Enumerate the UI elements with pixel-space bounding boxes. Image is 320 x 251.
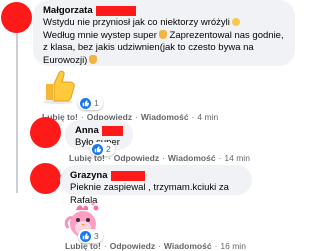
like-link[interactable]: Lubię to! [69, 153, 105, 163]
redaction-block [95, 6, 136, 16]
redaction-block [110, 171, 145, 181]
comment-time[interactable]: 14 min [224, 153, 250, 163]
thumbs-up-sticker-icon [43, 70, 75, 104]
comment-author[interactable]: Małgorzata [43, 5, 93, 17]
comment-text-line: Wstydu nie przyniosł jak co niektorzy wr… [43, 17, 230, 28]
hand-emoji-icon [158, 29, 167, 39]
avatar[interactable] [30, 117, 61, 148]
avatar[interactable] [1, 2, 32, 33]
comment-actions: Lubię to! · Odpowiedz · Wiadomość · 4 min [42, 112, 219, 122]
comment-text-line: Zaprezentowal nas godnie, [166, 29, 284, 41]
comment-text-line: Eurowozji) [43, 54, 88, 66]
comment-bubble: Małgorzata Wstydu nie przyniosł jak co n… [33, 0, 295, 66]
message-link[interactable]: Wiadomość [141, 112, 189, 122]
reaction-badge[interactable]: 1 [78, 96, 103, 110]
avatar[interactable] [30, 163, 61, 194]
thread-line [16, 33, 18, 193]
like-reaction-icon [80, 230, 91, 242]
comment-text-line: z klasa, bez jakis udziwnien(jak to czes… [43, 42, 254, 53]
smile-emoji-icon [231, 18, 240, 26]
redaction-block [101, 126, 123, 136]
comment-text-line: Według mnie wystep super [43, 29, 157, 41]
reply-link[interactable]: Odpowiedz [114, 153, 159, 163]
message-link[interactable]: Wiadomość [168, 153, 216, 163]
reaction-count: 3 [94, 231, 99, 241]
comment-actions: Lubię to! · Odpowiedz · Wiadomość · 14 min [69, 153, 250, 163]
like-reaction-icon [80, 97, 91, 109]
comment-author[interactable]: Anna [75, 125, 99, 137]
reaction-count: 1 [94, 98, 99, 108]
comment-bubble: Grazyna Pieknie zaspiewal , trzymam.kciu… [60, 165, 252, 206]
comment-time[interactable]: 4 min [197, 112, 218, 122]
hand-emoji-icon [89, 54, 98, 64]
comment-author[interactable]: Grazyna [70, 170, 108, 182]
